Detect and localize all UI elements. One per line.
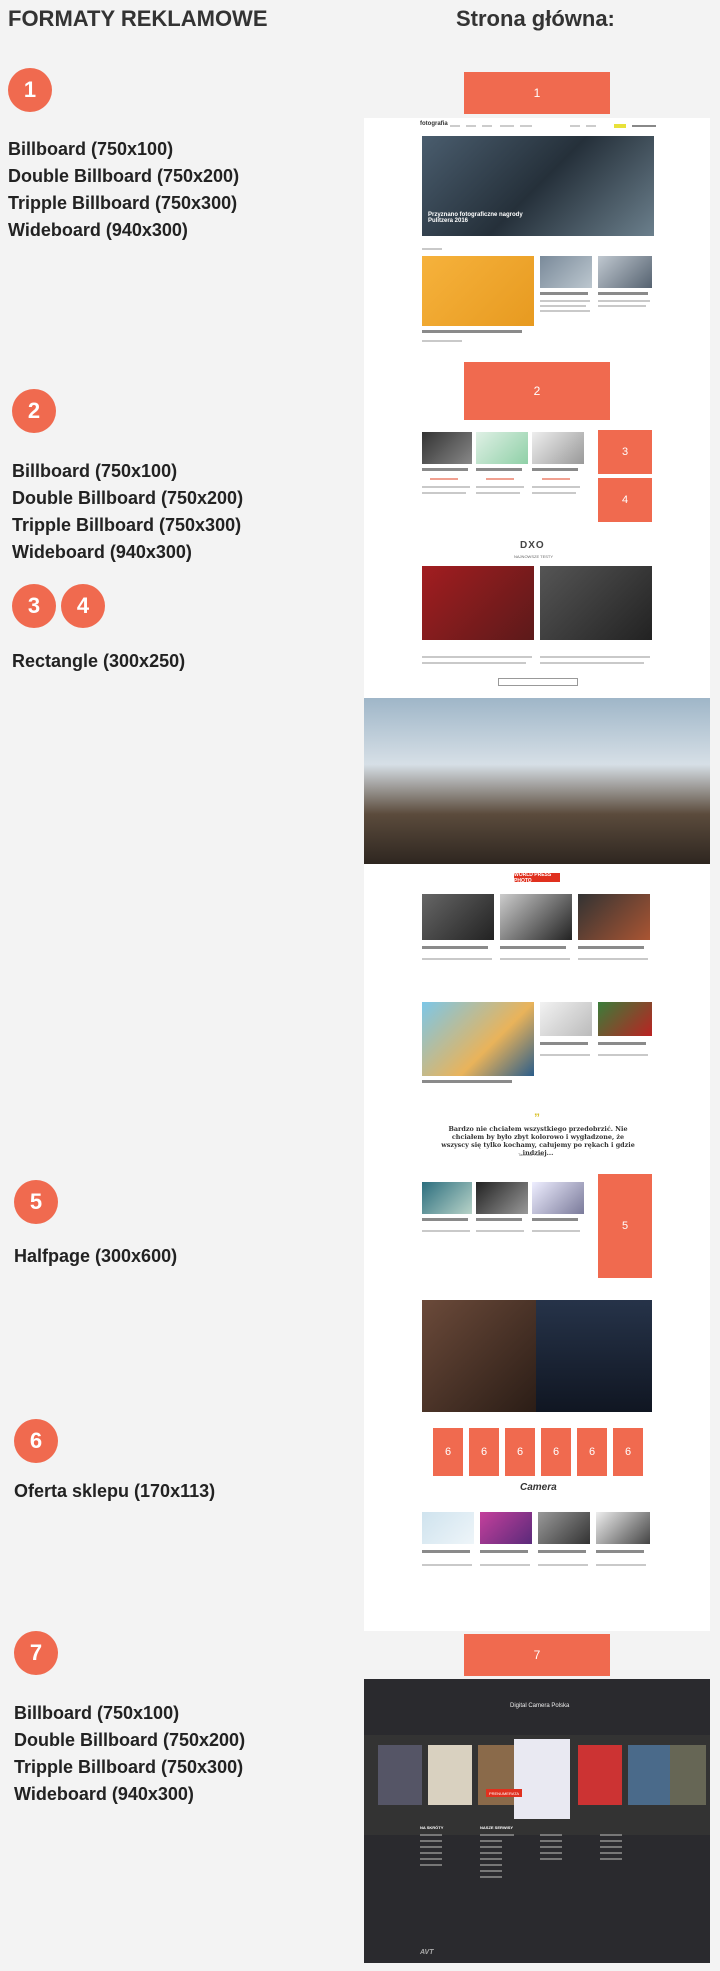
ad-slot-6: 6: [613, 1428, 643, 1476]
format-list-7: Billboard (750x100) Double Billboard (750…: [14, 1703, 246, 1804]
more-button[interactable]: [498, 678, 578, 686]
article-image[interactable]: [422, 894, 494, 940]
ad-slot-6: 6: [433, 1428, 463, 1476]
article-image[interactable]: [598, 1002, 652, 1036]
badge-7: 7: [14, 1631, 58, 1675]
article-image[interactable]: [540, 1002, 592, 1036]
ad-slot-4: 4: [598, 478, 652, 522]
formats-heading: FORMATY REKLAMOWE: [8, 6, 268, 31]
format-list-2: Billboard (750x100) Double Billboard (750…: [12, 461, 244, 562]
article-image[interactable]: [422, 1182, 472, 1214]
homepage-preview: fotografia Przyznano fotograficzne nagro…: [364, 118, 710, 1631]
article-image[interactable]: [476, 432, 528, 464]
ad-slot-6: 6: [469, 1428, 499, 1476]
article-image[interactable]: [536, 1300, 652, 1412]
article-image[interactable]: [500, 894, 572, 940]
dxo-logo: DXO: [520, 540, 545, 551]
footer-preview: Digital Camera Polska PRENUMERATA NA SKR…: [364, 1679, 710, 1963]
format-list-3: Rectangle (300x250): [12, 651, 186, 671]
badge-4: 4: [61, 584, 105, 628]
preview-logo: fotografia: [420, 121, 448, 127]
ad-slot-6: 6: [577, 1428, 607, 1476]
format-list-1: Billboard (750x100) Double Billboard (750…: [8, 139, 240, 240]
format-list-6: Oferta sklepu (170x113): [14, 1481, 216, 1501]
quote-icon: ”: [534, 1111, 540, 1125]
badge-1: 1: [8, 68, 52, 112]
footer-col-heading: NASZE SERWISY: [480, 1825, 514, 1830]
wpp-badge: WORLD PRESS PHOTO: [514, 872, 560, 884]
badge-2: 2: [12, 389, 56, 433]
ad-slot-7: 7: [464, 1634, 610, 1676]
preview-navbar: fotografia: [420, 120, 656, 132]
article-image[interactable]: [476, 1182, 528, 1214]
article-image[interactable]: [540, 566, 652, 640]
footer-title: Digital Camera Polska: [510, 1703, 570, 1709]
article-image[interactable]: [538, 1512, 590, 1544]
subscribe-button[interactable]: PRENUMERATA: [486, 1789, 522, 1797]
article-image[interactable]: [422, 256, 534, 326]
avt-logo: AVT: [420, 1949, 434, 1956]
ad-slot-5: 5: [598, 1174, 652, 1278]
feature-image[interactable]: [364, 698, 710, 864]
format-list-5: Halfpage (300x600): [14, 1246, 178, 1266]
ad-slot-6: 6: [505, 1428, 535, 1476]
article-image[interactable]: [578, 894, 650, 940]
article-image[interactable]: [598, 256, 652, 288]
magazine-strip: [364, 1735, 710, 1835]
article-image[interactable]: [422, 432, 472, 464]
camera-logo: Camera: [520, 1482, 557, 1493]
article-image[interactable]: [422, 1002, 534, 1076]
badge-3: 3: [12, 584, 56, 628]
article-image[interactable]: [422, 1512, 474, 1544]
article-image[interactable]: [422, 566, 534, 640]
article-image[interactable]: [532, 1182, 584, 1214]
ad-slot-1: 1: [464, 72, 610, 114]
dxo-subtitle: NAJNOWSZE TESTY: [514, 554, 554, 559]
ad-slot-3: 3: [598, 430, 652, 474]
article-image[interactable]: [480, 1512, 532, 1544]
badge-6: 6: [14, 1419, 58, 1463]
badge-5: 5: [14, 1180, 58, 1224]
article-image[interactable]: [596, 1512, 650, 1544]
article-image[interactable]: [422, 1300, 536, 1412]
article-image[interactable]: [540, 256, 592, 288]
footer-col-heading: NA SKRÓTY: [420, 1825, 444, 1830]
homepage-heading: Strona główna:: [456, 6, 615, 31]
ad-slot-6: 6: [541, 1428, 571, 1476]
quote-author: Tadeusz Rolke: [518, 1152, 545, 1157]
hero-caption: Przyznano fotograficzne nagrody Pulitzer…: [428, 212, 523, 224]
ad-slot-2: 2: [464, 362, 610, 420]
article-image[interactable]: [532, 432, 584, 464]
